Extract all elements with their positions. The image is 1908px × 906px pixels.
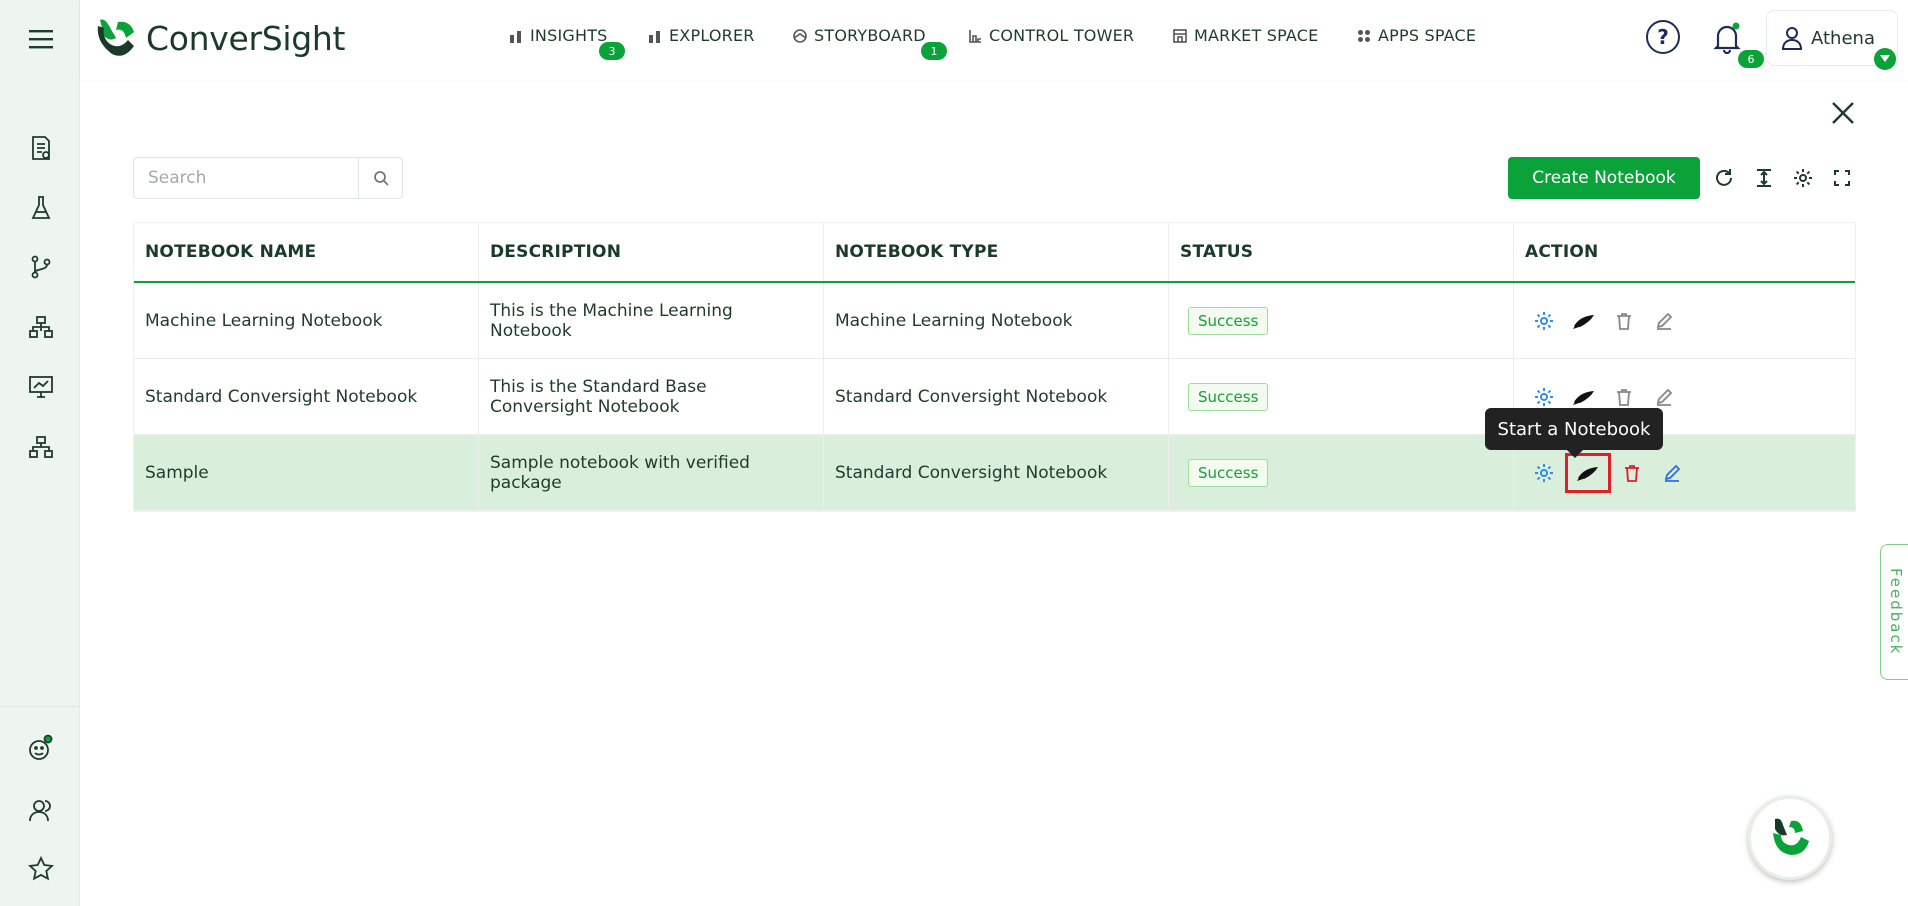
org-chart-icon[interactable] <box>26 432 56 462</box>
nav-apps-space-label: APPS SPACE <box>1378 26 1477 45</box>
action-cell <box>1514 283 1855 358</box>
column-header-notebook-type[interactable]: NOTEBOOK TYPE <box>824 223 1169 281</box>
storyboard-icon <box>792 28 808 44</box>
notebooks-table: NOTEBOOK NAME DESCRIPTION NOTEBOOK TYPE … <box>133 222 1856 512</box>
status-cell: Success <box>1169 283 1514 358</box>
notebook-name-cell: Machine Learning Notebook <box>134 283 479 358</box>
conversight-logo[interactable]: ConverSight <box>94 16 345 60</box>
status-badge: Success <box>1188 306 1269 335</box>
market-space-icon <box>1172 28 1188 44</box>
control-tower-icon <box>967 28 983 44</box>
user-name: Athena <box>1811 27 1875 49</box>
hamburger-menu-icon[interactable] <box>26 24 56 54</box>
status-cell: Success <box>1169 359 1514 434</box>
feedback-tab[interactable]: Feedback <box>1880 544 1908 680</box>
insights-count-badge: 3 <box>599 42 625 60</box>
edit-pencil-icon[interactable] <box>1653 454 1691 492</box>
search-button[interactable] <box>358 158 402 198</box>
configure-gear-icon[interactable] <box>1525 454 1563 492</box>
storyboard-count-badge: 1 <box>921 42 947 60</box>
status-badge: Success <box>1188 382 1269 411</box>
settings-gear-icon[interactable] <box>1791 166 1815 190</box>
presentation-icon[interactable] <box>26 372 56 402</box>
hierarchy-icon[interactable] <box>26 312 56 342</box>
help-icon: ? <box>1657 25 1669 49</box>
bot-assistant-icon[interactable] <box>26 733 56 763</box>
configure-gear-icon[interactable] <box>1525 302 1563 340</box>
search-input[interactable] <box>134 158 358 198</box>
nav-insights-label: INSIGHTS <box>530 26 608 45</box>
search-icon <box>373 171 389 186</box>
notebook-name-cell: Sample <box>134 435 479 510</box>
rail-divider <box>0 706 80 707</box>
rocket-launch-icon[interactable] <box>1565 302 1603 340</box>
nav-storyboard[interactable]: STORYBOARD <box>792 26 926 45</box>
chat-assistant-button[interactable] <box>1748 796 1832 880</box>
search-box <box>133 157 403 199</box>
notification-bell-icon[interactable] <box>1712 22 1742 55</box>
nav-control-tower[interactable]: CONTROL TOWER <box>967 26 1134 45</box>
start-notebook-rocket-icon[interactable] <box>1565 452 1611 493</box>
nav-market-space-label: MARKET SPACE <box>1194 26 1319 45</box>
description-cell: This is the Machine Learning Notebook <box>479 283 824 358</box>
create-notebook-button[interactable]: Create Notebook <box>1508 157 1700 199</box>
status-cell: Success <box>1169 435 1514 510</box>
star-icon[interactable] <box>26 854 56 884</box>
close-icon[interactable] <box>1830 100 1860 130</box>
nav-market-space[interactable]: MARKET SPACE <box>1172 26 1318 45</box>
nav-apps-space[interactable]: APPS SPACE <box>1356 26 1476 45</box>
top-header: ConverSight INSIGHTS 3 EXPLORER STORYBOA… <box>80 0 1908 80</box>
nav-insights[interactable]: INSIGHTS <box>508 26 608 45</box>
left-sidebar <box>0 0 80 906</box>
delete-trash-icon[interactable] <box>1605 302 1643 340</box>
nav-explorer-label: EXPLORER <box>669 26 755 45</box>
edit-pencil-icon[interactable] <box>1645 302 1683 340</box>
table-row[interactable]: Machine Learning Notebook This is the Ma… <box>134 283 1855 359</box>
start-notebook-tooltip: Start a Notebook <box>1485 408 1663 458</box>
column-header-action: ACTION <box>1525 242 1599 262</box>
notebook-type-cell: Machine Learning Notebook <box>824 283 1169 358</box>
apps-grid-icon <box>1356 28 1372 44</box>
report-icon[interactable] <box>26 133 56 163</box>
logo-text: ConverSight <box>146 18 346 58</box>
notebook-name-cell: Standard Conversight Notebook <box>134 359 479 434</box>
column-header-status[interactable]: STATUS <box>1169 223 1514 281</box>
users-icon[interactable] <box>26 795 56 825</box>
description-cell: This is the Standard Base Conversight No… <box>479 359 824 434</box>
chat-assistant-logo-icon <box>1773 818 1809 855</box>
refresh-icon[interactable] <box>1712 166 1736 190</box>
nav-control-tower-label: CONTROL TOWER <box>989 26 1135 45</box>
feedback-label: Feedback <box>1887 568 1905 656</box>
description-cell: Sample notebook with verified package <box>479 435 824 510</box>
notebook-type-cell: Standard Conversight Notebook <box>824 435 1169 510</box>
table-header-row: NOTEBOOK NAME DESCRIPTION NOTEBOOK TYPE … <box>134 223 1855 283</box>
column-header-notebook-name[interactable]: NOTEBOOK NAME <box>134 223 479 281</box>
column-header-description[interactable]: DESCRIPTION <box>479 223 824 281</box>
delete-trash-icon[interactable] <box>1613 454 1651 492</box>
conversight-logo-icon <box>97 19 134 56</box>
status-badge: Success <box>1188 458 1269 487</box>
notebook-type-cell: Standard Conversight Notebook <box>824 359 1169 434</box>
notification-count-badge: 6 <box>1738 50 1764 68</box>
nav-storyboard-label: STORYBOARD <box>814 26 926 45</box>
user-icon <box>1781 27 1803 50</box>
bar-chart-icon <box>508 28 524 44</box>
help-button[interactable]: ? <box>1646 20 1680 54</box>
fullscreen-icon[interactable] <box>1830 166 1854 190</box>
git-branch-icon[interactable] <box>26 252 56 282</box>
column-height-icon[interactable] <box>1752 166 1776 190</box>
bar-chart-icon <box>647 28 663 44</box>
user-dropdown-caret-icon[interactable] <box>1874 48 1896 70</box>
lab-flask-icon[interactable] <box>26 193 56 223</box>
nav-explorer[interactable]: EXPLORER <box>647 26 755 45</box>
